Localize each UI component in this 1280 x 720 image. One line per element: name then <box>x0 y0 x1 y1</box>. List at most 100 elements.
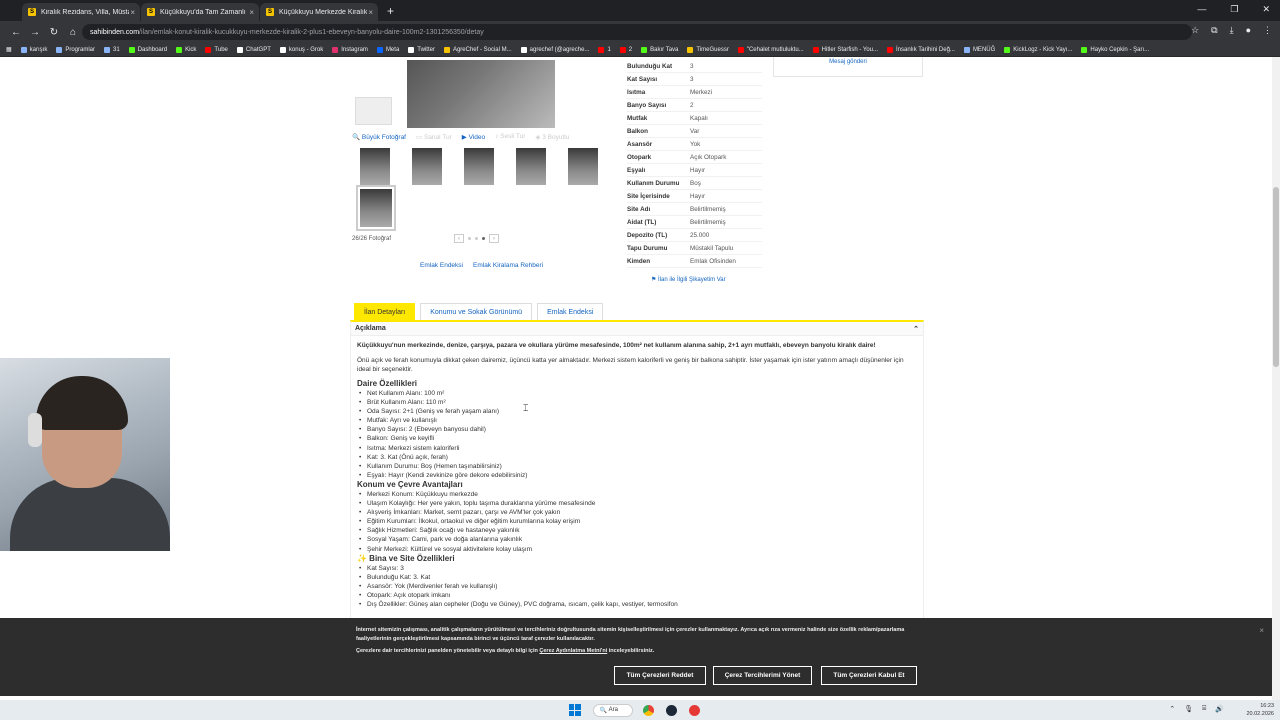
tray-chevron-icon[interactable]: ⌃ <box>1169 705 1175 713</box>
close-icon[interactable]: × <box>130 8 135 17</box>
bookmark-item[interactable]: Kick <box>176 46 196 53</box>
taskbar-search[interactable]: 🔍 Ara <box>592 703 633 717</box>
profile-avatar-icon[interactable]: ● <box>1246 25 1251 36</box>
bookmark-star-icon[interactable]: ☆ <box>1191 25 1199 36</box>
scrollbar-thumb[interactable] <box>1273 187 1279 367</box>
browser-tab[interactable]: S Küçükkuyu'da Tam Zamanlı Kira× <box>141 3 259 21</box>
photo-thumbnail[interactable] <box>412 148 442 185</box>
report-link[interactable]: ⚑ İlan ile İlgili Şikayetim Var <box>651 276 726 283</box>
kiralama-rehberi-link[interactable]: Emlak Kiralama Rehberi <box>473 262 543 269</box>
tab-listing-details[interactable]: İlan Detayları <box>354 303 416 320</box>
cookie-policy-link[interactable]: Çerez Aydınlatma Metni'ni <box>539 648 607 654</box>
bookmark-item[interactable]: konuş - Grok <box>279 46 323 53</box>
new-tab-button[interactable]: + <box>387 4 394 18</box>
bookmark-item[interactable]: Tube <box>205 46 228 53</box>
property-row: Aidat (TL) Belirtilmemiş <box>627 216 762 229</box>
bookmark-item[interactable]: Instagram <box>332 46 368 53</box>
message-box[interactable]: Mesaj gönderi <box>773 57 923 77</box>
extensions-icon[interactable]: ⧉ <box>1211 25 1217 36</box>
collapse-icon[interactable]: ⌃ <box>913 325 919 333</box>
bookmark-item[interactable]: "Cehalet mutluluktu... <box>737 46 804 53</box>
photo-thumbnail[interactable] <box>516 148 546 185</box>
forward-icon[interactable]: → <box>27 27 43 38</box>
close-icon[interactable]: × <box>249 8 254 17</box>
3d-tour-label: 3 Boyutlu <box>542 134 570 141</box>
bookmark-item[interactable]: 31 <box>104 46 120 53</box>
volume-icon[interactable]: 🔊 <box>1215 705 1224 713</box>
bookmark-item[interactable]: İnsanlık Tarihini Değ... <box>887 46 955 53</box>
apps-grid-icon[interactable]: ▦ <box>6 46 12 53</box>
pager-dot[interactable] <box>475 237 478 240</box>
network-icon[interactable]: ⌸ <box>1202 705 1206 713</box>
property-value: Boş <box>690 179 701 187</box>
tab-location-street-view[interactable]: Konumu ve Sokak Görünümü <box>420 303 533 320</box>
description-header[interactable]: Açıklama ⌃ <box>351 322 923 336</box>
clock[interactable]: 16:23 20.02.2026 <box>1246 702 1274 718</box>
large-photo-button[interactable]: 🔍 Büyük Fotoğraf <box>352 133 406 141</box>
pager-dot-active[interactable] <box>482 237 485 240</box>
address-bar[interactable]: sahibinden.com/ilan/emlak-konut-kiralik-… <box>82 24 1192 40</box>
send-message-link[interactable]: Mesaj gönderi <box>829 59 867 65</box>
floor-plan-thumb[interactable] <box>355 97 392 125</box>
photo-thumbnail[interactable] <box>464 148 494 185</box>
main-photo[interactable] <box>407 60 555 128</box>
bookmark-item[interactable]: Bakır Tava <box>641 46 678 53</box>
bookmark-item[interactable]: Twitter <box>408 46 435 53</box>
photo-thumbnail[interactable] <box>568 148 598 185</box>
prev-page-icon[interactable]: ‹ <box>454 234 464 243</box>
accept-all-cookies-button[interactable]: Tüm Çerezleri Kabul Et <box>821 666 917 685</box>
bookmark-item[interactable]: karışık <box>20 46 47 53</box>
close-window-icon[interactable]: ✕ <box>1262 4 1270 15</box>
page-scrollbar[interactable] <box>1272 57 1280 700</box>
bookmark-item[interactable]: KickLogz - Kick Yayı... <box>1004 46 1072 53</box>
app-icon[interactable] <box>688 704 700 716</box>
video-button[interactable]: ▶ Video <box>462 133 485 141</box>
bookmark-item[interactable]: Dashboard <box>128 46 167 53</box>
tab-emlak-endeksi[interactable]: Emlak Endeksi <box>537 303 604 320</box>
manage-cookies-button[interactable]: Çerez Tercihlerimi Yönet <box>713 666 812 685</box>
bookmark-favicon-icon <box>205 46 212 53</box>
bookmark-item[interactable]: 2 <box>619 46 632 53</box>
bookmark-item[interactable]: Meta <box>376 46 399 53</box>
photo-thumbnail[interactable] <box>360 148 390 185</box>
cookie-close-icon[interactable]: × <box>1259 626 1264 635</box>
bookmark-item[interactable]: 1 <box>598 46 611 53</box>
property-key: Balkon <box>627 127 648 135</box>
emlak-endeksi-link[interactable]: Emlak Endeksi <box>420 262 463 269</box>
bookmark-item[interactable]: TimeGuessr <box>687 46 729 53</box>
property-row: Balkon Var <box>627 125 762 138</box>
mic-icon[interactable]: 🎙 <box>1184 705 1193 713</box>
windows-start-icon[interactable] <box>568 704 581 716</box>
bookmark-item[interactable]: AgreChef - Social M... <box>443 46 512 53</box>
steam-icon[interactable] <box>665 704 677 716</box>
menu-icon[interactable]: ⋮ <box>1263 25 1272 36</box>
property-value: 3 <box>690 75 694 83</box>
maximize-icon[interactable]: ❐ <box>1230 4 1238 15</box>
pager-dot[interactable] <box>468 237 471 240</box>
description-paragraph: Önü açık ve ferah konumuyla dikkat çeken… <box>357 357 904 373</box>
bookmark-item[interactable]: MENÜĞ <box>963 46 995 53</box>
download-icon[interactable]: ⤓ <box>1230 25 1234 36</box>
bookmark-item[interactable]: Hitler Starfish - You... <box>812 46 878 53</box>
bookmark-favicon-icon <box>887 46 894 53</box>
chrome-icon[interactable] <box>642 704 654 716</box>
reload-icon[interactable]: ↻ <box>46 27 62 38</box>
bookmark-item[interactable]: agrechef (@agreche... <box>520 46 589 53</box>
bookmark-item[interactable]: ChatGPT <box>236 46 271 53</box>
photo-thumbnail-selected[interactable] <box>356 185 396 231</box>
home-icon[interactable]: ⌂ <box>65 27 81 38</box>
close-icon[interactable]: × <box>368 8 373 17</box>
video-label: Video <box>468 134 486 141</box>
minimize-icon[interactable]: — <box>1197 4 1206 15</box>
list-item: Bulunduğu Kat: 3. Kat <box>359 573 917 582</box>
property-row: Eşyalı Hayır <box>627 164 762 177</box>
bookmark-item[interactable]: Hayko Cepkin - Şarı... <box>1081 46 1149 53</box>
property-value: 3 <box>690 62 694 70</box>
bookmark-item[interactable]: Programlar <box>56 46 95 53</box>
back-icon[interactable]: ← <box>8 27 24 38</box>
feature-list: Kat Sayısı: 3Bulunduğu Kat: 3. KatAsansö… <box>357 564 917 610</box>
browser-tab[interactable]: S Kiralık Rezidans, Villa, Müstakil × <box>22 3 140 21</box>
browser-tab-active[interactable]: S Küçükkuyu Merkezde Kiralık 2+× <box>260 3 378 21</box>
reject-all-cookies-button[interactable]: Tüm Çerezleri Reddet <box>614 666 706 685</box>
next-page-icon[interactable]: › <box>489 234 499 243</box>
